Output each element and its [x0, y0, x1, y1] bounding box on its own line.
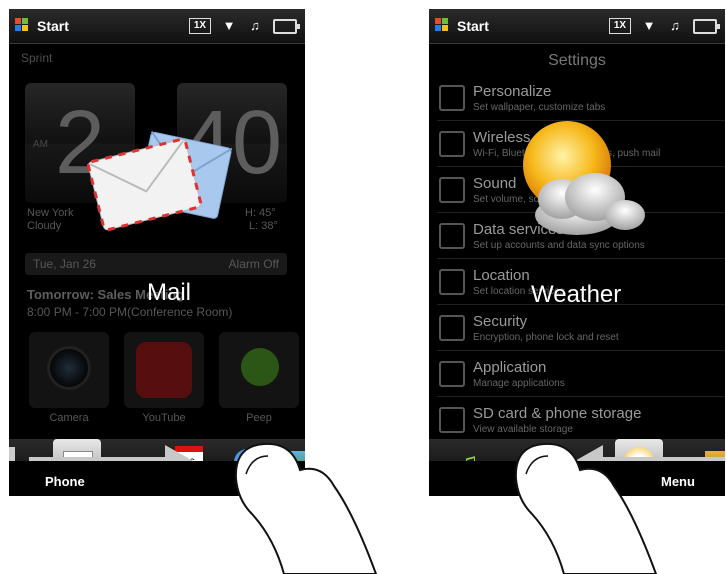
settings-item-subtitle: Encryption, phone lock and reset	[473, 332, 619, 343]
ampm-label: AM	[33, 139, 48, 150]
camera-icon	[47, 346, 91, 390]
apps-grid-icon	[439, 361, 465, 387]
weather-high: H: 45°	[245, 207, 276, 219]
settings-item-application[interactable]: Application Manage applications	[437, 351, 725, 397]
battery-icon[interactable]	[693, 19, 720, 34]
satellite-icon	[439, 269, 465, 295]
settings-item-subtitle: Manage applications	[473, 378, 565, 389]
camera-label: Camera	[49, 412, 89, 424]
finger-gesture-left-icon	[234, 442, 378, 574]
status-bar: Start 1X ▼ ♫	[429, 9, 725, 44]
windows-logo-icon[interactable]	[435, 18, 449, 32]
volume-icon[interactable]: ♫	[247, 18, 263, 34]
alarm-label: Alarm Off	[228, 257, 279, 271]
phone-icon	[439, 131, 465, 157]
network-type-icon: 1X	[189, 18, 211, 34]
phone-softkey[interactable]: Phone	[45, 474, 85, 489]
settings-item-title: Location	[473, 267, 530, 284]
finger-gesture-right-icon	[514, 442, 658, 574]
mail-tab-label: Mail	[147, 279, 192, 306]
windows-logo-icon[interactable]	[15, 18, 29, 32]
camera-app-tile[interactable]	[29, 332, 109, 408]
signal-icon[interactable]: ▼	[641, 18, 657, 34]
lock-icon	[439, 315, 465, 341]
youtube-label: YouTube	[142, 412, 186, 424]
settings-item-title: SD card & phone storage	[473, 405, 642, 422]
settings-item-title: Personalize	[473, 83, 552, 100]
mail-envelopes-icon	[87, 131, 233, 232]
youtube-icon	[136, 342, 192, 398]
peep-label: Peep	[246, 412, 272, 424]
settings-item-title: Application	[473, 359, 547, 376]
network-type-icon: 1X	[609, 18, 631, 34]
home-screen-mail-tab: Start 1X ▼ ♫ Sprint 2 40 AM New York Clo…	[9, 9, 305, 496]
date-bar[interactable]: Tue, Jan 26 Alarm Off	[25, 253, 287, 275]
weather-tab-label: Weather	[531, 281, 622, 308]
weather-low: L: 38°	[249, 220, 278, 232]
settings-item-subtitle: Set wallpaper, customize tabs	[473, 102, 606, 113]
signal-icon[interactable]: ▼	[221, 18, 237, 34]
battery-icon[interactable]	[273, 19, 300, 34]
appointment-time: 8:00 PM - 7:00 PM(Conference Room)	[27, 305, 233, 319]
personalize-icon	[439, 85, 465, 111]
volume-icon[interactable]: ♫	[667, 18, 683, 34]
weather-city: New York	[27, 207, 74, 219]
carrier-label: Sprint	[21, 51, 53, 65]
sd-card-icon	[439, 407, 465, 433]
bird-icon	[241, 348, 279, 386]
speaker-icon	[439, 177, 465, 203]
settings-item-security[interactable]: Security Encryption, phone lock and rese…	[437, 305, 725, 351]
weather-condition: Cloudy	[27, 220, 62, 232]
weather-sun-cloud-icon	[523, 121, 645, 235]
date-label: Tue, Jan 26	[33, 257, 96, 271]
status-bar: Start 1X ▼ ♫	[9, 9, 305, 44]
sync-icon	[439, 223, 465, 249]
start-label[interactable]: Start	[457, 18, 489, 34]
youtube-app-tile[interactable]	[124, 332, 204, 408]
settings-item-title: Security	[473, 313, 528, 330]
settings-title: Settings	[548, 52, 606, 69]
peep-app-tile[interactable]	[219, 332, 299, 408]
home-screen-settings-tab: Start 1X ▼ ♫ Settings Personalize Set wa…	[429, 9, 725, 496]
start-label[interactable]: Start	[37, 18, 69, 34]
